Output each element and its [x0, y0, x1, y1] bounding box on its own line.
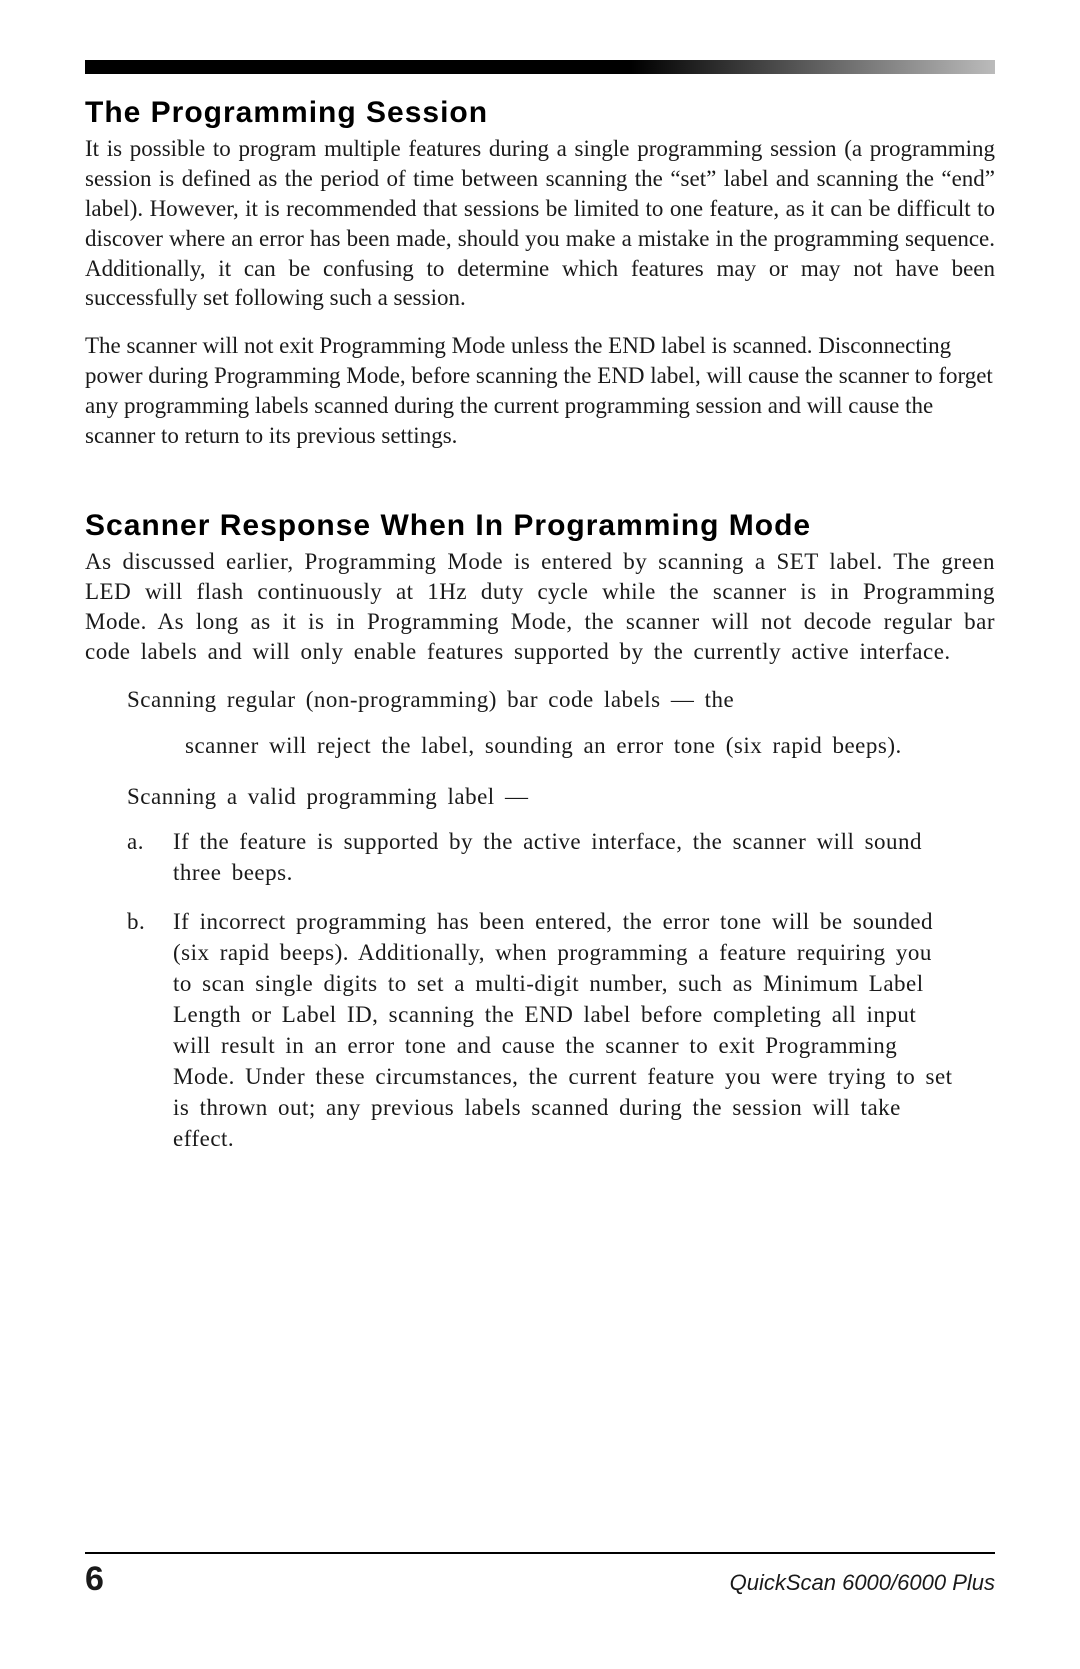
definition-intro: Scanning a valid programming label —	[127, 781, 955, 812]
page-footer: 6 QuickScan 6000/6000 Plus	[85, 1552, 995, 1599]
paragraph: As discussed earlier, Programming Mode i…	[85, 547, 995, 667]
definition-intro: Scanning regular (non-programming) bar c…	[127, 684, 955, 715]
definition-body: scanner will reject the label, sounding …	[185, 730, 955, 761]
list-marker: a.	[127, 826, 173, 888]
page-number: 6	[85, 1560, 104, 1599]
paragraph: The scanner will not exit Programming Mo…	[85, 331, 995, 451]
list-marker: b.	[127, 906, 173, 1154]
document-id: QuickScan 6000/6000 Plus	[730, 1570, 995, 1596]
section-heading-programming-session: The Programming Session	[85, 96, 995, 130]
footer-rule	[85, 1552, 995, 1554]
ordered-list: a. If the feature is supported by the ac…	[127, 826, 955, 1154]
definition-block: Scanning regular (non-programming) bar c…	[127, 684, 955, 1154]
document-page: The Programming Session It is possible t…	[0, 0, 1080, 1669]
paragraph: It is possible to program multiple featu…	[85, 134, 995, 313]
list-item: a. If the feature is supported by the ac…	[127, 826, 955, 888]
list-item: b. If incorrect programming has been ent…	[127, 906, 955, 1154]
header-rule	[85, 60, 995, 74]
list-text: If incorrect programming has been entere…	[173, 906, 955, 1154]
list-text: If the feature is supported by the activ…	[173, 826, 955, 888]
section-heading-scanner-response: Scanner Response When In Programming Mod…	[85, 509, 995, 543]
